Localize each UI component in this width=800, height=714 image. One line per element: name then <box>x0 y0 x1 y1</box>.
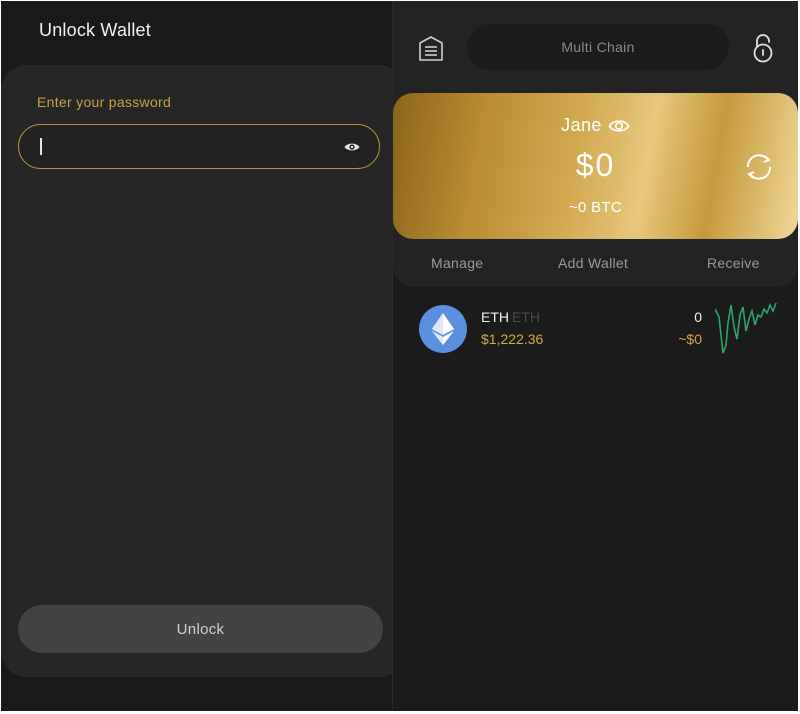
btc-balance: ~0 BTC <box>568 199 623 216</box>
unlock-panel: Unlock Wallet Enter your password Unlock <box>1 1 405 711</box>
fiat-balance: $0 <box>575 147 616 183</box>
refresh-icon[interactable] <box>743 151 775 183</box>
wallet-name: Jane <box>561 115 602 135</box>
app-frame: Unlock Wallet Enter your password Unlock <box>1 1 798 711</box>
receive-button[interactable]: Receive <box>707 255 760 271</box>
show-password-icon[interactable] <box>343 138 361 156</box>
ethereum-icon <box>419 305 467 353</box>
asset-quantity: 0 <box>694 309 702 325</box>
add-wallet-button[interactable]: Add Wallet <box>558 255 628 271</box>
wallet-actions: Manage Add Wallet Receive <box>393 255 798 275</box>
lock-icon[interactable] <box>751 33 775 63</box>
wallet-header-section: Multi Chain Jane $0 ~0 BTC Manage Add Wa… <box>393 1 798 287</box>
menu-icon[interactable] <box>417 35 445 63</box>
asset-price: $1,222.36 <box>481 331 544 347</box>
eye-icon[interactable] <box>608 118 630 134</box>
asset-name: ETH ETH <box>481 309 540 325</box>
unlock-title: Unlock Wallet <box>39 20 151 40</box>
password-field[interactable] <box>18 124 380 169</box>
chain-selector[interactable]: Multi Chain <box>467 24 729 70</box>
unlock-button[interactable]: Unlock <box>18 605 383 653</box>
price-sparkline <box>715 302 777 354</box>
asset-row[interactable]: ETH ETH $1,222.36 0 ~$0 <box>393 297 798 363</box>
wallet-name-row: Jane <box>393 115 798 136</box>
asset-symbol: ETH <box>481 309 509 325</box>
wallet-panel: Multi Chain Jane $0 ~0 BTC Manage Add Wa… <box>393 1 798 711</box>
text-caret <box>40 138 42 155</box>
password-label: Enter your password <box>37 94 172 110</box>
asset-sub-symbol: ETH <box>512 309 540 325</box>
manage-button[interactable]: Manage <box>431 255 483 271</box>
asset-value: ~$0 <box>678 331 702 347</box>
balance-card: Jane $0 ~0 BTC <box>393 93 798 239</box>
